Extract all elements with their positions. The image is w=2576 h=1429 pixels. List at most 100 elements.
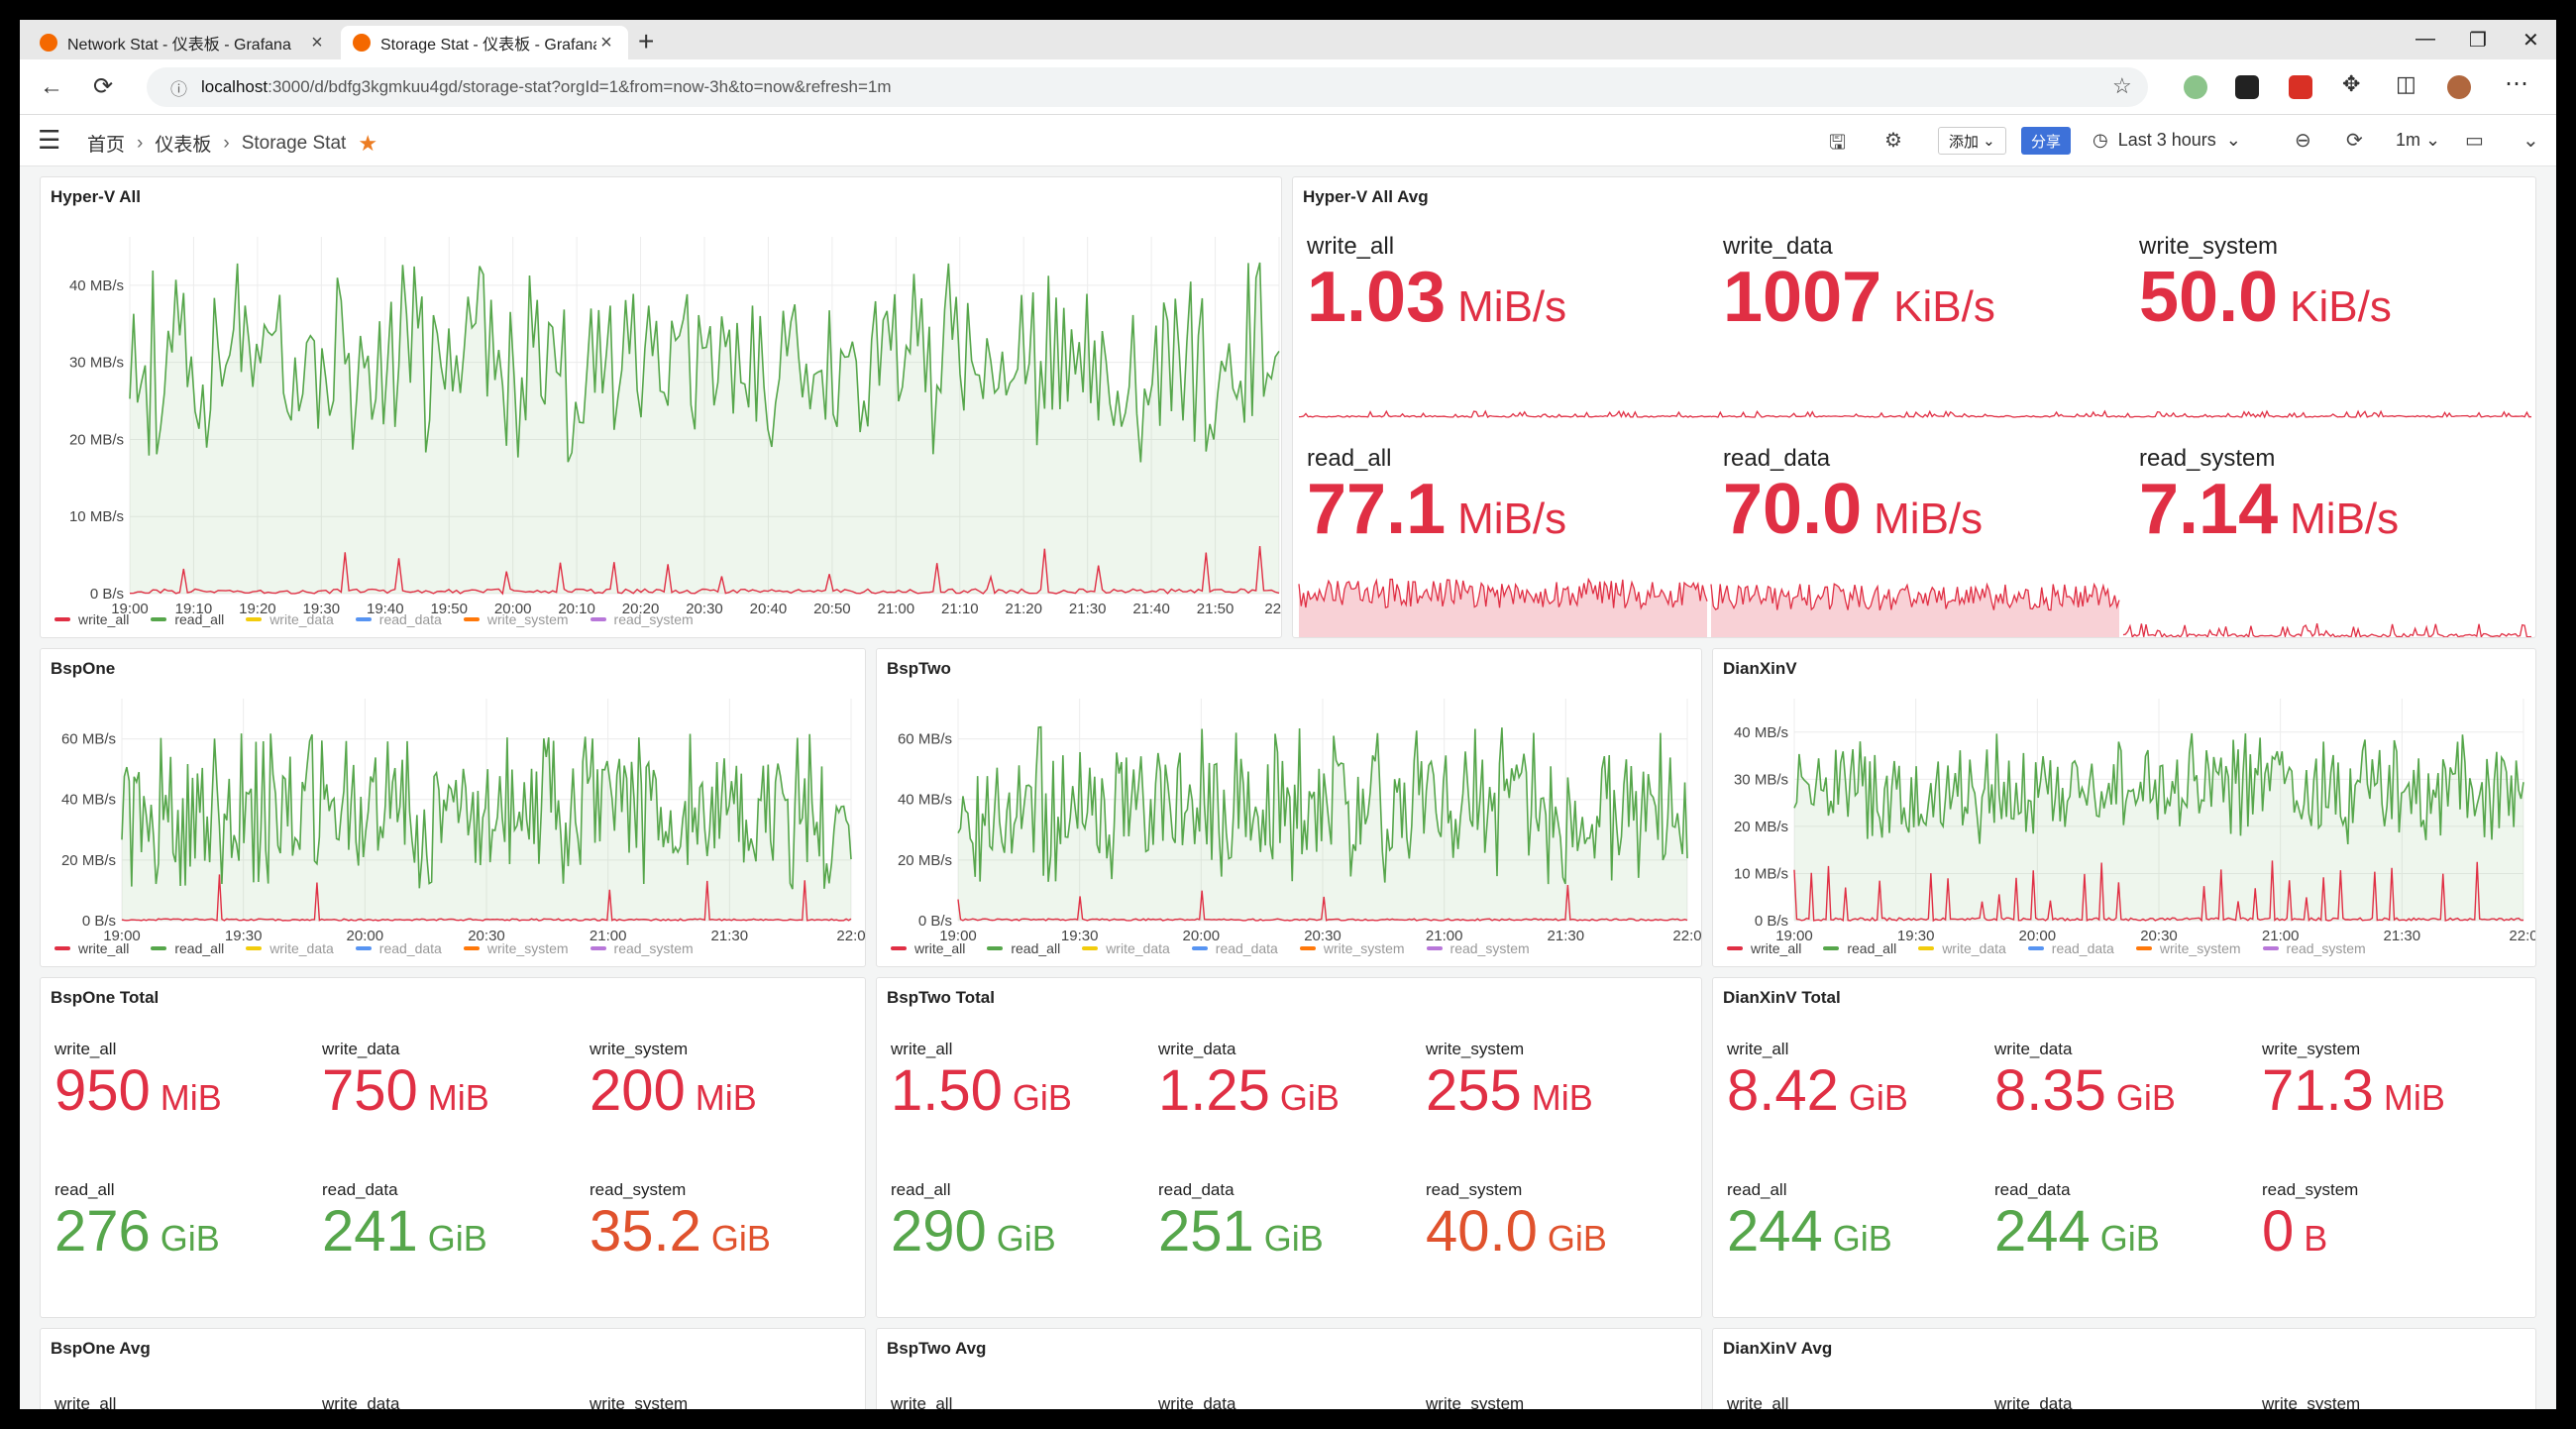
stat-read-data[interactable]: read_data 241 GiB <box>322 1180 487 1264</box>
kiosk-mode-icon[interactable]: ▭ <box>2465 128 2484 153</box>
tab-storage-stat[interactable]: Storage Stat - 仪表板 - Grafana × <box>341 26 628 59</box>
stat-write-system[interactable]: write_system 255 MiB <box>1426 1040 1593 1123</box>
stat-value: 77.1 MiB/s <box>1307 472 1566 548</box>
legend-item-read-all[interactable]: read_all <box>987 940 1060 956</box>
stat-read-system[interactable]: read_system 7.14 MiB/s <box>2139 445 2399 548</box>
stat-write-data[interactable]: write_data 750 MiB <box>322 1040 489 1123</box>
legend-item-read-system[interactable]: read_system <box>590 611 694 627</box>
extensions-puzzle-icon[interactable]: ✥ <box>2342 71 2360 97</box>
stat-write-all[interactable]: write_all <box>891 1394 952 1409</box>
favorite-star-icon[interactable]: ★ <box>358 131 377 157</box>
extension-circle-icon[interactable] <box>2184 75 2207 99</box>
more-menu-icon[interactable]: ⋯ <box>2505 69 2528 98</box>
extension-icon[interactable] <box>2235 75 2259 99</box>
stat-write-all[interactable]: write_all 8.42 GiB <box>1727 1040 1908 1123</box>
stat-write-all[interactable]: write_all 1.03 MiB/s <box>1307 233 1566 336</box>
stat-write-all[interactable]: write_all 1.50 GiB <box>891 1040 1072 1123</box>
save-icon[interactable]: 🖫 <box>1829 128 1846 162</box>
sparkline <box>1298 409 1712 418</box>
zoom-out-icon[interactable]: ⊖ <box>2295 128 2311 153</box>
stat-write-all[interactable]: write_all 950 MiB <box>54 1040 222 1123</box>
legend-label: write_system <box>1323 940 1405 956</box>
stat-name: write_system <box>1426 1394 1525 1409</box>
stat-write-data[interactable]: write_data <box>1158 1394 1235 1409</box>
legend-item-read-data[interactable]: read_data <box>355 611 442 627</box>
refresh-interval-picker[interactable]: 1m ⌄ <box>2396 130 2440 151</box>
stat-write-data[interactable]: write_data 8.35 GiB <box>1994 1040 2176 1123</box>
legend-item-write-all[interactable]: write_all <box>891 940 965 956</box>
timeseries-chart[interactable]: 0 B/s20 MB/s40 MB/s60 MB/s19:00 19:30 20:0… <box>877 649 1702 967</box>
stat-write-system[interactable]: write_system <box>1426 1394 1524 1409</box>
stat-write-system[interactable]: write_system <box>590 1394 688 1409</box>
stat-write-system[interactable]: write_system 200 MiB <box>590 1040 757 1123</box>
legend-item-read-system[interactable]: read_system <box>590 940 694 956</box>
tab-network-stat[interactable]: Network Stat - 仪表板 - Grafana × <box>28 26 339 59</box>
legend-item-read-all[interactable]: read_all <box>151 940 224 956</box>
stat-read-data[interactable]: read_data 70.0 MiB/s <box>1723 445 1983 548</box>
legend-item-write-system[interactable]: write_system <box>2135 940 2241 956</box>
close-icon[interactable]: × <box>596 32 616 55</box>
bookmark-star-icon[interactable]: ☆ <box>2112 73 2132 99</box>
legend-item-read-system[interactable]: read_system <box>2262 940 2366 956</box>
extension-icon[interactable] <box>2289 75 2312 99</box>
breadcrumb-home[interactable]: 首页 <box>87 130 125 157</box>
legend-item-write-system[interactable]: write_system <box>1299 940 1405 956</box>
new-tab-button[interactable]: + <box>638 28 654 55</box>
legend-item-write-system[interactable]: write_system <box>463 940 569 956</box>
add-button[interactable]: 添加 ⌄ <box>1938 127 2006 155</box>
stat-name: read_all <box>54 1180 115 1199</box>
legend-item-read-data[interactable]: read_data <box>355 940 442 956</box>
legend-item-write-data[interactable]: write_data <box>246 940 334 956</box>
stat-read-data[interactable]: read_data 251 GiB <box>1158 1180 1324 1264</box>
legend-item-read-data[interactable]: read_data <box>2027 940 2114 956</box>
stat-write-data[interactable]: write_data <box>1994 1394 2072 1409</box>
stat-read-all[interactable]: read_all 77.1 MiB/s <box>1307 445 1566 548</box>
avatar[interactable] <box>2447 75 2471 99</box>
stat-write-system[interactable]: write_system 50.0 KiB/s <box>2139 233 2392 336</box>
reload-icon[interactable]: ⟳ <box>93 73 113 101</box>
legend-item-write-system[interactable]: write_system <box>463 611 569 627</box>
stat-write-system[interactable]: write_system 71.3 MiB <box>2262 1040 2445 1123</box>
legend-item-write-all[interactable]: write_all <box>1727 940 1801 956</box>
stat-read-system[interactable]: read_system 35.2 GiB <box>590 1180 771 1264</box>
stat-write-data[interactable]: write_data <box>322 1394 399 1409</box>
stat-write-all[interactable]: write_all <box>54 1394 116 1409</box>
stat-write-data[interactable]: write_data 1007 KiB/s <box>1723 233 1995 336</box>
timeseries-chart[interactable]: 0 B/s10 MB/s20 MB/s30 MB/s40 MB/s19:00 19… <box>41 177 1282 638</box>
legend-item-write-data[interactable]: write_data <box>1918 940 2006 956</box>
stat-write-system[interactable]: write_system <box>2262 1394 2360 1409</box>
legend-item-write-all[interactable]: write_all <box>54 940 129 956</box>
stat-read-all[interactable]: read_all 290 GiB <box>891 1180 1056 1264</box>
stat-read-system[interactable]: read_system 0 B <box>2262 1180 2358 1264</box>
maximize-icon[interactable]: ❐ <box>2469 28 2487 53</box>
stat-read-all[interactable]: read_all 244 GiB <box>1727 1180 1892 1264</box>
refresh-icon[interactable]: ⟳ <box>2346 128 2363 153</box>
stat-write-data[interactable]: write_data 1.25 GiB <box>1158 1040 1340 1123</box>
timeseries-chart[interactable]: 0 B/s10 MB/s20 MB/s30 MB/s40 MB/s19:00 19… <box>1713 649 2536 967</box>
timeseries-chart[interactable]: 0 B/s20 MB/s40 MB/s60 MB/s19:00 19:30 20:0… <box>41 649 866 967</box>
info-icon[interactable]: ⓘ <box>170 75 187 100</box>
time-range-picker[interactable]: ◷ Last 3 hours ⌄ <box>2093 130 2241 151</box>
url-field[interactable]: ⓘ localhost:3000/d/bdfg3kgmkuu4gd/storag… <box>147 67 2148 107</box>
legend-item-write-data[interactable]: write_data <box>246 611 334 627</box>
close-icon[interactable]: × <box>307 32 327 55</box>
split-screen-icon[interactable]: ◫ <box>2396 71 2416 97</box>
legend-item-read-system[interactable]: read_system <box>1426 940 1530 956</box>
menu-icon[interactable]: ☰ <box>38 127 60 153</box>
legend-item-write-data[interactable]: write_data <box>1082 940 1170 956</box>
share-button[interactable]: 分享 <box>2021 127 2072 155</box>
collapse-chevron-icon[interactable]: ⌄ <box>2522 128 2539 153</box>
stat-read-all[interactable]: read_all 276 GiB <box>54 1180 220 1264</box>
stat-read-system[interactable]: read_system 40.0 GiB <box>1426 1180 1607 1264</box>
stat-write-all[interactable]: write_all <box>1727 1394 1788 1409</box>
breadcrumb-dashboards[interactable]: 仪表板 <box>155 130 211 157</box>
minimize-icon[interactable]: — <box>2415 28 2435 51</box>
settings-gear-icon[interactable]: ⚙ <box>1884 128 1902 153</box>
legend-item-read-all[interactable]: read_all <box>1823 940 1896 956</box>
stat-read-data[interactable]: read_data 244 GiB <box>1994 1180 2160 1264</box>
back-arrow-icon[interactable]: ← <box>40 73 63 101</box>
legend-item-write-all[interactable]: write_all <box>54 611 129 627</box>
legend-item-read-all[interactable]: read_all <box>151 611 224 627</box>
close-window-icon[interactable]: ✕ <box>2522 28 2539 53</box>
legend-item-read-data[interactable]: read_data <box>1191 940 1278 956</box>
